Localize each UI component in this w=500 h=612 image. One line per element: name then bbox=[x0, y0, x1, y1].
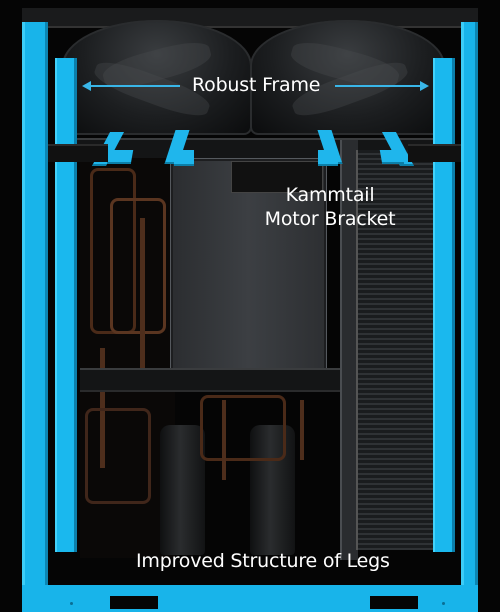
motor-bracket-3-foot bbox=[318, 150, 338, 166]
frame-post-inner-left bbox=[55, 162, 77, 552]
compressor-piping bbox=[200, 395, 286, 461]
frame-post-outer-left bbox=[22, 22, 48, 612]
arrow-right-icon bbox=[420, 81, 429, 91]
top-plate bbox=[22, 8, 478, 28]
compressor-left bbox=[160, 425, 205, 555]
base-leg-rail bbox=[22, 585, 478, 612]
caption-robust-frame: Robust Frame bbox=[192, 74, 321, 96]
motor-bracket-1-foot bbox=[106, 150, 134, 164]
unit-cutaway-diagram: Robust Frame Kammtail Motor Bracket Impr… bbox=[0, 0, 500, 612]
frame-post-inner-right bbox=[433, 162, 455, 552]
caption-kammtail-line1: Kammtail bbox=[285, 184, 375, 206]
leg-slot-left bbox=[110, 596, 158, 609]
motor-bracket-4-foot bbox=[379, 150, 405, 164]
middle-shelf bbox=[80, 368, 350, 392]
frame-post-inner-right-top bbox=[433, 58, 455, 146]
caption-kammtail-motor-bracket: Kammtail Motor Bracket bbox=[260, 183, 400, 231]
motor-bracket-2-foot bbox=[174, 150, 194, 166]
robust-frame-arrow-right-line bbox=[335, 85, 421, 87]
frame-post-inner-left-top bbox=[55, 58, 77, 146]
caption-kammtail-line2: Motor Bracket bbox=[264, 208, 396, 230]
caption-improved-legs: Improved Structure of Legs bbox=[136, 550, 390, 572]
robust-frame-arrow-left-line bbox=[90, 85, 180, 87]
upper-rail-right bbox=[408, 144, 461, 162]
leg-slot-right bbox=[370, 596, 418, 609]
frame-post-outer-right bbox=[461, 22, 478, 612]
upper-rail-left bbox=[48, 144, 108, 162]
